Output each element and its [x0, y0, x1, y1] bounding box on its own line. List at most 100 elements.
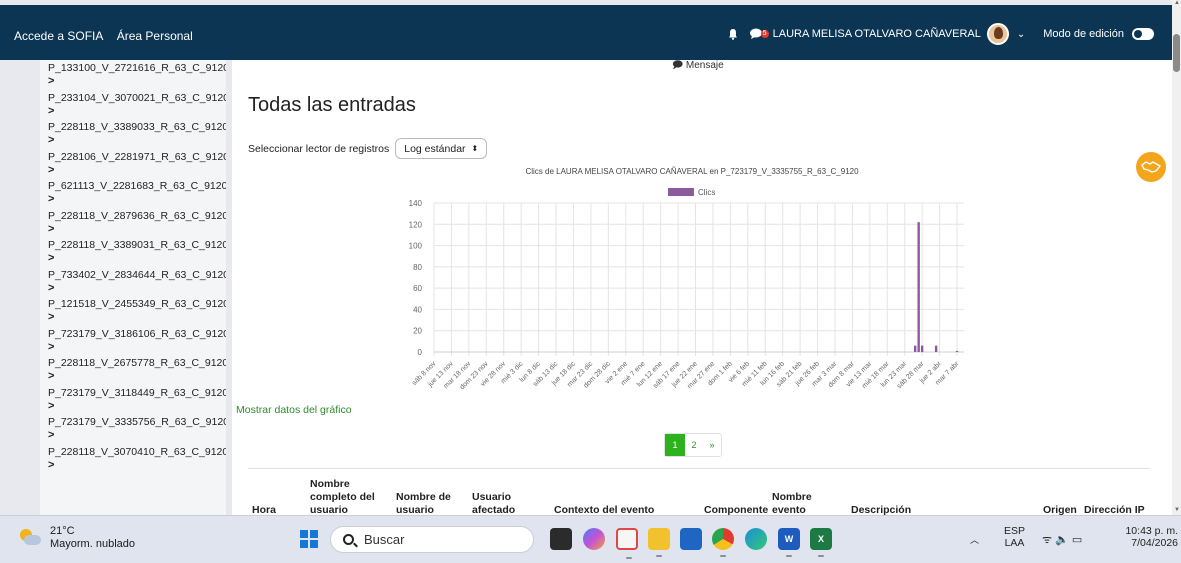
y-tick-label: 40: [413, 305, 422, 314]
sidebar-item[interactable]: P_733402_V_2834644_R_63_C_9120 >: [40, 267, 226, 297]
excel-icon[interactable]: X: [810, 528, 832, 557]
sidebar-item[interactable]: P_621113_V_2281683_R_63_C_9120 >: [40, 178, 226, 208]
chevron-right-icon[interactable]: >: [48, 370, 226, 383]
sidebar-item-label[interactable]: P_233104_V_3070021_R_63_C_9120: [48, 90, 226, 105]
edit-mode-toggle[interactable]: [1132, 28, 1154, 40]
window-scrollbar[interactable]: ▲ ▼: [1172, 0, 1181, 515]
tray-icons: ᯤ 🔈 ▭: [1042, 532, 1082, 547]
volume-icon[interactable]: 🔈: [1055, 534, 1069, 546]
user-name[interactable]: LAURA MELISA OTALVARO CAÑAVERAL: [773, 28, 981, 40]
sidebar-item-label[interactable]: P_228118_V_3389031_R_63_C_9120: [48, 237, 226, 252]
bell-icon[interactable]: [727, 28, 739, 40]
chevron-right-icon[interactable]: >: [48, 311, 226, 324]
store-icon[interactable]: [680, 528, 702, 550]
log-table-header: Hora Nombre completo del usuario Nombre …: [248, 472, 1148, 515]
sidebar-item[interactable]: P_723179_V_3335756_R_63_C_9120 >: [40, 414, 226, 444]
wifi-icon[interactable]: ᯤ: [1042, 534, 1052, 546]
sidebar-item-label[interactable]: P_228118_V_3389033_R_63_C_9120: [48, 119, 226, 134]
chevron-up-icon[interactable]: ︿: [970, 533, 979, 546]
scroll-down-icon[interactable]: ▼: [1174, 507, 1180, 513]
sidebar-item[interactable]: P_228118_V_3070410_R_63_C_9120 >: [40, 444, 226, 474]
sidebar-item[interactable]: P_228118_V_3389031_R_63_C_9120 >: [40, 237, 226, 267]
sidebar-item[interactable]: P_723179_V_3186106_R_63_C_9120 >: [40, 326, 226, 356]
th-nombre-evento[interactable]: Nombre evento: [772, 491, 818, 515]
messages-icon[interactable]: 5: [749, 27, 769, 41]
file-explorer-icon[interactable]: [648, 528, 670, 557]
th-contexto[interactable]: Contexto del evento: [554, 504, 664, 515]
log-reader-select[interactable]: Log estándar ⬍: [395, 138, 488, 159]
taskbar-search[interactable]: Buscar: [330, 526, 534, 553]
task-view-icon[interactable]: [550, 528, 572, 550]
sidebar-item[interactable]: P_228118_V_3389033_R_63_C_9120 >: [40, 119, 226, 149]
scrollbar-thumb[interactable]: [1173, 34, 1180, 72]
th-origen[interactable]: Origen: [1043, 504, 1083, 515]
sidebar-item[interactable]: P_228106_V_2281971_R_63_C_9120 >: [40, 149, 226, 179]
message-link[interactable]: 🗩 Mensaje: [672, 60, 724, 75]
sidebar-item[interactable]: P_723179_V_3118449_R_63_C_9120 >: [40, 385, 226, 415]
nav-link-sofia[interactable]: Accede a SOFIA: [14, 29, 103, 43]
main-content: 🗩 Mensaje Todas las entradas Seleccionar…: [232, 60, 1172, 515]
y-tick-label: 100: [409, 242, 423, 251]
chevron-right-icon[interactable]: >: [48, 134, 226, 147]
sidebar-item-label[interactable]: P_228118_V_2675778_R_63_C_9120: [48, 355, 226, 370]
sidebar-item-label[interactable]: P_228106_V_2281971_R_63_C_9120: [48, 149, 226, 164]
sidebar-item-label[interactable]: P_723179_V_3335756_R_63_C_9120: [48, 414, 226, 429]
chevron-right-icon[interactable]: >: [48, 223, 226, 236]
chevron-down-icon[interactable]: ⌄: [1017, 29, 1025, 40]
th-direccion-ip[interactable]: Dirección IP: [1084, 504, 1150, 515]
snipping-tool-icon[interactable]: [616, 528, 638, 559]
th-hora[interactable]: Hora: [252, 504, 302, 515]
th-usuario-afectado[interactable]: Usuario afectado: [472, 491, 524, 515]
chevron-right-icon[interactable]: >: [48, 459, 226, 472]
chevron-right-icon[interactable]: >: [48, 164, 226, 177]
sidebar-item-label[interactable]: P_121518_V_2455349_R_63_C_9120: [48, 296, 226, 311]
th-componente[interactable]: Componente: [704, 504, 770, 515]
chevron-right-icon[interactable]: >: [48, 282, 226, 295]
avatar[interactable]: [986, 23, 1009, 45]
weather-description: Mayorm. nublado: [50, 538, 135, 550]
sidebar-item[interactable]: P_228118_V_2675778_R_63_C_9120 >: [40, 355, 226, 385]
sidebar-item-label[interactable]: P_621113_V_2281683_R_63_C_9120: [48, 178, 226, 193]
sidebar-item-label[interactable]: P_733402_V_2834644_R_63_C_9120: [48, 267, 226, 282]
sidebar-item[interactable]: P_133100_V_2721616_R_63_C_9120 >: [40, 60, 226, 90]
windows-start-icon[interactable]: [300, 530, 318, 548]
th-descripcion[interactable]: Descripción: [851, 504, 931, 515]
chevron-right-icon[interactable]: >: [48, 252, 226, 265]
th-nombre-usuario[interactable]: Nombre de usuario: [396, 491, 458, 515]
sidebar-item[interactable]: P_233104_V_3070021_R_63_C_9120 >: [40, 90, 226, 120]
clock[interactable]: 10:43 p. m. 7/04/2026: [1108, 525, 1178, 549]
copilot-icon[interactable]: [583, 528, 605, 550]
chevron-right-icon[interactable]: >: [48, 193, 226, 206]
show-chart-data-link[interactable]: Mostrar datos del gráfico: [236, 404, 352, 416]
nav-link-area-personal[interactable]: Área Personal: [117, 29, 193, 43]
sidebar-item-label[interactable]: P_228118_V_2879636_R_63_C_9120: [48, 208, 226, 223]
th-nombre-completo[interactable]: Nombre completo del usuario: [310, 478, 382, 515]
page-1-button[interactable]: 1: [665, 434, 685, 456]
sidebar-item[interactable]: P_228118_V_2879636_R_63_C_9120 >: [40, 208, 226, 238]
edge-icon[interactable]: [745, 528, 767, 550]
language-indicator[interactable]: ESP LAA: [1004, 525, 1025, 549]
sidebar-item-label[interactable]: P_723179_V_3118449_R_63_C_9120: [48, 385, 226, 400]
chevron-right-icon[interactable]: >: [48, 400, 226, 413]
legend-swatch: [668, 188, 694, 196]
page-2-button[interactable]: 2: [685, 434, 703, 456]
handshake-icon[interactable]: [1136, 152, 1166, 182]
next-page-button[interactable]: »: [703, 434, 721, 456]
sidebar-item-label[interactable]: P_228118_V_3070410_R_63_C_9120: [48, 444, 226, 459]
battery-icon[interactable]: ▭: [1072, 534, 1082, 546]
sidebar-item-label[interactable]: P_723179_V_3186106_R_63_C_9120: [48, 326, 226, 341]
sidebar-item[interactable]: P_121518_V_2455349_R_63_C_9120 >: [40, 296, 226, 326]
messages-badge: 5: [760, 30, 769, 38]
word-icon[interactable]: W: [778, 528, 800, 557]
clock-date: 7/04/2026: [1131, 537, 1178, 549]
chevron-right-icon[interactable]: >: [48, 341, 226, 354]
y-tick-label: 60: [413, 284, 422, 293]
chrome-icon[interactable]: [712, 528, 734, 557]
chevron-right-icon[interactable]: >: [48, 429, 226, 442]
chevron-right-icon[interactable]: >: [48, 105, 226, 118]
pagination: 1 2 »: [664, 433, 722, 457]
chevron-right-icon[interactable]: >: [48, 75, 226, 88]
scroll-up-icon[interactable]: ▲: [1174, 0, 1180, 6]
weather-widget[interactable]: 21°C Mayorm. nublado: [20, 525, 135, 551]
sidebar-item-label[interactable]: P_133100_V_2721616_R_63_C_9120: [48, 60, 226, 75]
